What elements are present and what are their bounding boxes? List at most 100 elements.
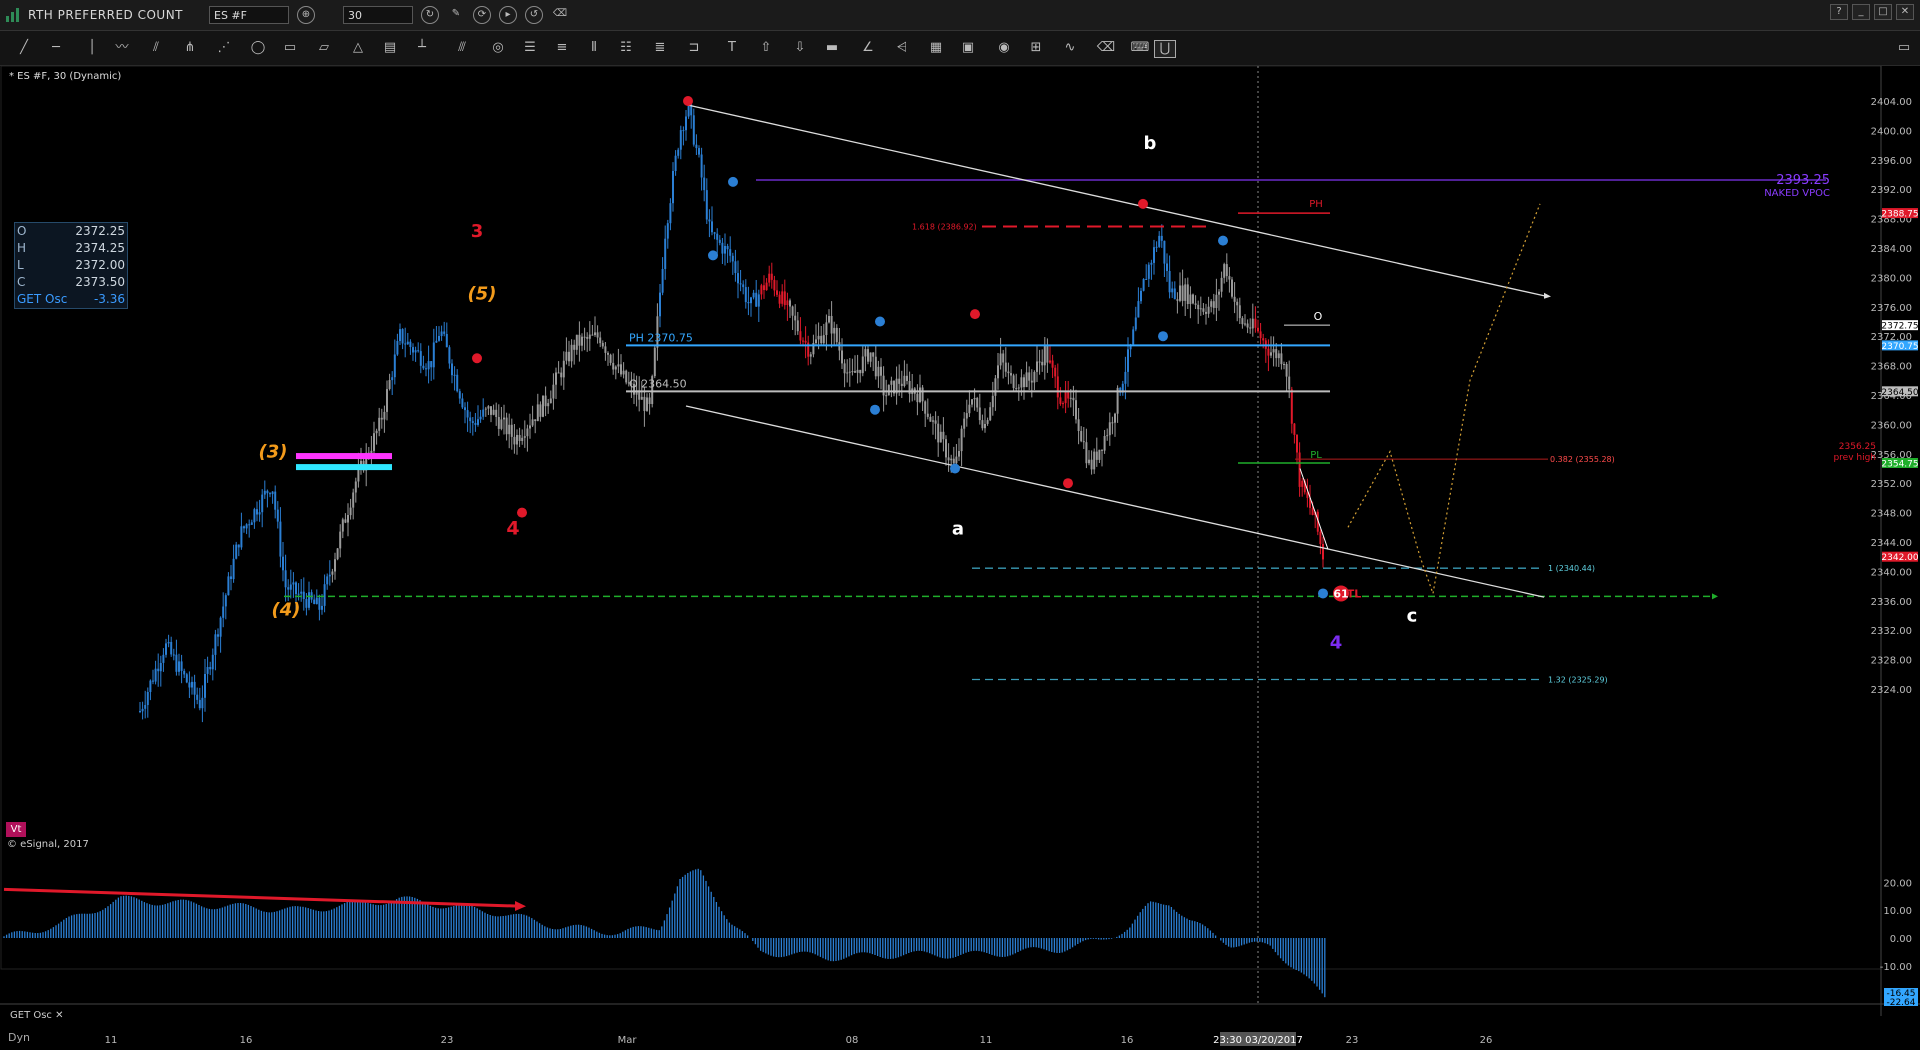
pencil-icon[interactable]: ✎ <box>447 6 465 24</box>
ohlc-low-row: L 2372.00 <box>15 257 127 274</box>
hline-tool-icon[interactable]: ─ <box>46 40 66 56</box>
price-bar-body <box>555 372 557 385</box>
grid-tool-icon[interactable]: ▦ <box>926 40 946 56</box>
interval-input[interactable]: 30 <box>343 6 413 24</box>
price-bar-body <box>516 435 518 445</box>
circle-tool-icon[interactable]: ◎ <box>488 40 508 56</box>
price-bar-body <box>214 634 217 655</box>
regression-tool-icon[interactable]: ⩤ <box>892 40 912 56</box>
ohlc-value: 2372.00 <box>75 258 125 272</box>
price-bar-body <box>399 329 401 341</box>
price-bar-body <box>700 154 703 178</box>
ph-level-label: PH 2370.75 <box>629 331 693 344</box>
price-bar-body <box>159 663 162 672</box>
vline-tool-icon[interactable]: │ <box>82 40 102 56</box>
price-bar-body <box>279 521 282 557</box>
price-bar-body <box>1197 304 1200 310</box>
price-bar-body <box>783 291 786 306</box>
osc-tick-label: 10.00 <box>1883 906 1912 917</box>
rectangle-tool-icon[interactable]: ▭ <box>280 40 300 56</box>
price-bar-body <box>586 337 589 339</box>
fib-retracement-icon[interactable]: ☰ <box>520 40 540 56</box>
price-bar-body <box>417 350 420 352</box>
help-button[interactable]: ? <box>1830 4 1848 20</box>
price-bar-body <box>1277 353 1280 359</box>
price-bar-body <box>1033 372 1036 383</box>
fan-tool-icon[interactable]: ⋰ <box>214 40 234 56</box>
vt-badge[interactable]: Vt <box>6 822 26 837</box>
line-tool-icon[interactable]: ╱ <box>14 40 34 56</box>
oscillator-tab[interactable]: GET Osc ✕ <box>10 1010 64 1021</box>
play-icon[interactable]: ▸ <box>499 6 517 24</box>
price-bar-body <box>622 370 625 375</box>
ellipse-tool-icon[interactable]: ◯ <box>248 40 268 56</box>
up-arrow-tool-icon[interactable]: ⇧ <box>756 40 776 56</box>
price-bar-body <box>903 375 906 386</box>
pitchfork-tool-icon[interactable]: ⋔ <box>180 40 200 56</box>
eraser-icon[interactable]: ⌫ <box>551 6 569 24</box>
price-bar-body <box>321 605 323 610</box>
price-bar-body <box>1150 262 1153 265</box>
angle-tool-icon[interactable]: ∠ <box>858 40 878 56</box>
replay-icon[interactable]: ↺ <box>525 6 543 24</box>
ohlc-value: 2374.25 <box>75 241 125 255</box>
symbol-input[interactable]: ES #F <box>209 6 289 24</box>
ticks-tool-icon[interactable]: ┴ <box>412 40 432 56</box>
eye-tool-icon[interactable]: ◉ <box>994 40 1014 56</box>
mob-tool-icon[interactable]: ▣ <box>958 40 978 56</box>
price-bar-body <box>427 361 430 370</box>
price-bar-body <box>1293 423 1296 435</box>
price-bar-body <box>648 397 651 404</box>
pti-tool-icon[interactable]: ⊞ <box>1026 40 1046 56</box>
measure-tool-icon[interactable]: ⊐ <box>684 40 704 56</box>
price-bar-body <box>1147 264 1150 279</box>
link-icon[interactable]: ⊕ <box>297 6 315 24</box>
levels-tool-icon[interactable]: ≣ <box>650 40 670 56</box>
ohlc-value: 2373.50 <box>75 275 125 289</box>
fib-extension-icon[interactable]: ≡ <box>552 40 572 56</box>
maximize-button[interactable]: □ <box>1874 4 1892 20</box>
magnet-tool-icon[interactable]: ⋃ <box>1154 40 1176 58</box>
price-bar-body <box>560 372 563 378</box>
osc-tab-label: GET Osc <box>10 1010 52 1021</box>
fib-1-label: 1 (2340.44) <box>1548 564 1595 573</box>
price-bar-body <box>1166 263 1168 271</box>
price-tag-label: 2364.50 <box>1881 388 1918 398</box>
close-button[interactable]: ✕ <box>1896 4 1914 20</box>
price-bar-body <box>139 711 141 712</box>
gann-tool-icon[interactable]: ☷ <box>616 40 636 56</box>
price-bar-body <box>973 398 976 400</box>
cycle-icon[interactable]: ⟳ <box>473 6 491 24</box>
price-bar-body <box>612 362 615 370</box>
down-arrow-tool-icon[interactable]: ⇩ <box>790 40 810 56</box>
text-tool-icon[interactable]: T <box>722 40 742 56</box>
price-tag-label: 2372.75 <box>1881 322 1918 332</box>
triangle-tool-icon[interactable]: △ <box>348 40 368 56</box>
minimize-button[interactable]: _ <box>1852 4 1870 20</box>
bar-tool-icon[interactable]: ▬ <box>822 40 842 56</box>
price-chart[interactable]: 2404.002400.002396.002392.002388.002384.… <box>0 66 1920 1050</box>
price-bar-body <box>757 294 760 307</box>
double-line-tool-icon[interactable]: ⫻ <box>452 40 472 56</box>
price-bar-body <box>562 360 565 378</box>
price-bar-body <box>867 349 869 362</box>
drawing-options-icon[interactable]: ▭ <box>1894 40 1914 56</box>
refresh-icon[interactable]: ↻ <box>421 6 439 24</box>
price-bar-body <box>401 329 404 344</box>
price-bar-body <box>950 458 953 461</box>
parallelogram-tool-icon[interactable]: ▱ <box>314 40 334 56</box>
price-bar-body <box>916 393 919 403</box>
price-bar-body <box>1212 301 1215 308</box>
zigzag-tool-icon[interactable]: 〰 <box>112 40 132 56</box>
keyboard-tool-icon[interactable]: ⌨ <box>1130 40 1150 56</box>
prev-high-label: prev high <box>1833 453 1876 463</box>
channel-tool-icon[interactable]: ⫽ <box>146 40 166 56</box>
hatch-tool-icon[interactable]: ▤ <box>380 40 400 56</box>
price-bar-body <box>1049 360 1051 363</box>
fib-time-icon[interactable]: ⦀ <box>584 40 604 56</box>
price-bar-body <box>484 408 487 410</box>
price-bar-body <box>666 223 669 239</box>
wave-tool-icon[interactable]: ∿ <box>1060 40 1080 56</box>
price-bar-body <box>1231 279 1233 297</box>
eraser-tool-icon[interactable]: ⌫ <box>1096 40 1116 56</box>
